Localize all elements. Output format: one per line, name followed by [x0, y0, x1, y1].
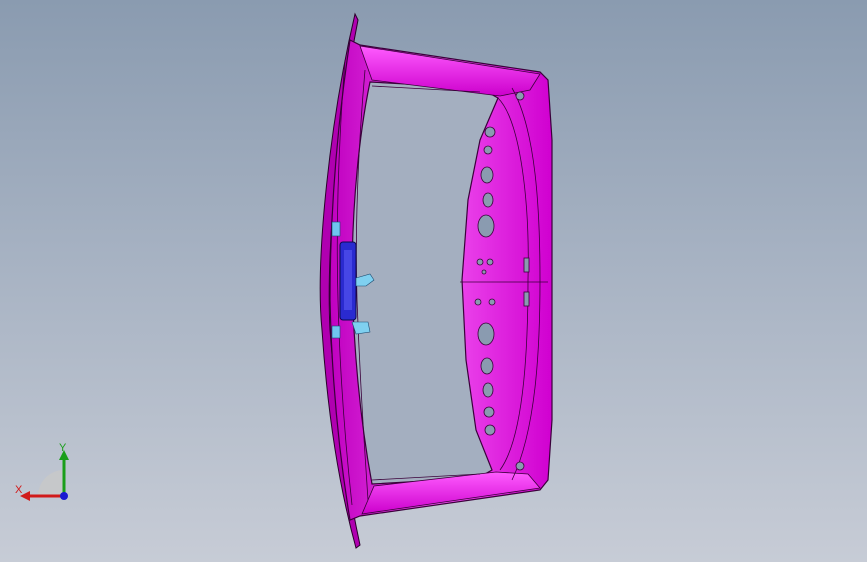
x-axis-label: X [15, 484, 23, 496]
axis-triad: Y X [10, 440, 80, 510]
y-axis-label: Y [59, 442, 67, 454]
graphics-viewport[interactable]: Y X [0, 0, 867, 562]
tailgate-frame-model[interactable] [0, 0, 867, 562]
triad-graphic [20, 450, 69, 501]
